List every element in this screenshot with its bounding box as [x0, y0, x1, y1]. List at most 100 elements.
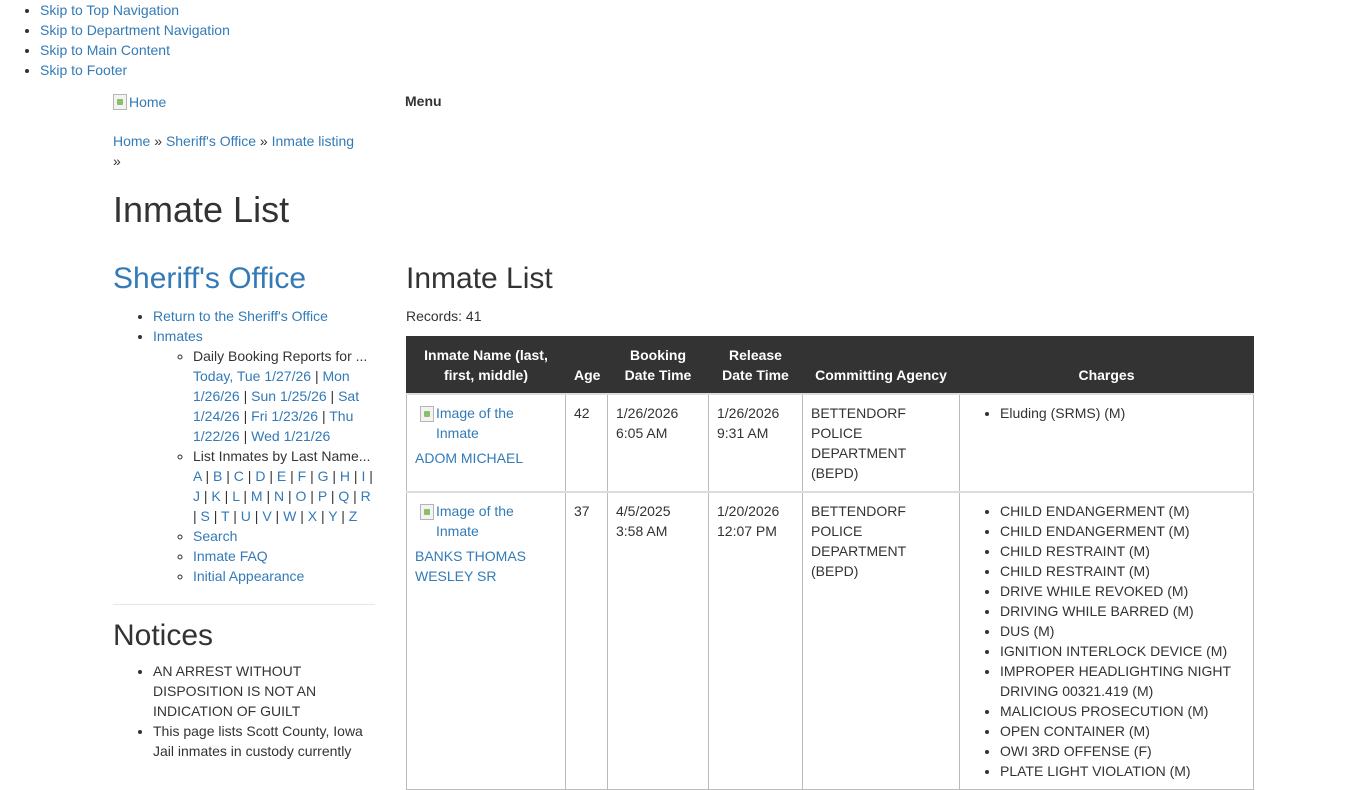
last-name-item: List Inmates by Last Name... A | B | C |…	[193, 446, 375, 526]
inmate-faq-link[interactable]: Inmate FAQ	[193, 548, 268, 564]
letter-link-o[interactable]: O	[296, 488, 307, 504]
letter-separator: |	[271, 508, 284, 524]
letter-link-e[interactable]: E	[277, 468, 286, 484]
home-logo-link[interactable]: Home	[113, 92, 166, 112]
letter-link-b[interactable]: B	[213, 468, 222, 484]
skip-links: Skip to Top Navigation Skip to Departmen…	[0, 0, 230, 80]
skip-dept-nav-link[interactable]: Skip to Department Navigation	[40, 22, 230, 38]
letter-link-v[interactable]: V	[262, 508, 271, 524]
letter-separator: |	[337, 508, 349, 524]
letter-separator: |	[220, 488, 233, 504]
letter-separator: |	[250, 508, 263, 524]
inmates-link[interactable]: Inmates	[153, 328, 203, 344]
sidebar-title-link[interactable]: Sheriff's Office	[113, 262, 306, 295]
page-title: Inmate List	[113, 189, 290, 230]
skip-item: Skip to Department Navigation	[40, 20, 230, 40]
inmate-name-link[interactable]: ADOM MICHAEL	[415, 450, 523, 466]
inmate-name-link[interactable]: BANKS THOMAS WESLEY SR	[415, 548, 526, 584]
search-link[interactable]: Search	[193, 528, 237, 544]
sidebar-item-return: Return to the Sheriff's Office	[153, 306, 375, 326]
inmate-image: Image of the Inmate	[415, 403, 557, 443]
letter-link-k[interactable]: K	[211, 488, 220, 504]
table-row: Image of the Inmate BANKS THOMAS WESLEY …	[406, 491, 1254, 790]
letter-separator: |	[306, 488, 318, 504]
initial-appearance-link[interactable]: Initial Appearance	[193, 568, 304, 584]
letter-separator: |	[229, 508, 241, 524]
letter-separator: |	[284, 488, 296, 504]
inmate-name-cell: Image of the Inmate BANKS THOMAS WESLEY …	[406, 491, 566, 790]
letter-link-n[interactable]: N	[274, 488, 284, 504]
letter-separator: |	[365, 468, 373, 484]
faq-item: Inmate FAQ	[193, 546, 375, 566]
charge-item: PLATE LIGHT VIOLATION (M)	[1000, 761, 1245, 781]
age-cell: 42	[565, 393, 608, 493]
letter-link-g[interactable]: G	[318, 468, 329, 484]
notices-list: AN ARREST WITHOUT DISPOSITION IS NOT AN …	[113, 661, 375, 761]
letter-link-z[interactable]: Z	[349, 508, 358, 524]
letter-link-x[interactable]: X	[308, 508, 317, 524]
letter-link-h[interactable]: H	[340, 468, 350, 484]
charges-cell: Eluding (SRMS) (M)	[959, 393, 1254, 493]
search-item: Search	[193, 526, 375, 546]
letter-link-d[interactable]: D	[255, 468, 265, 484]
letter-link-p[interactable]: P	[318, 488, 327, 504]
booking-cell: 1/26/2026 6:05 AM	[607, 393, 709, 493]
inmates-table: Inmate Name (last, first, middle) Age Bo…	[406, 336, 1254, 790]
daily-report-link[interactable]: Wed 1/21/26	[251, 428, 330, 444]
inmate-image-alt: Image of the Inmate	[436, 405, 514, 441]
inmate-image: Image of the Inmate	[415, 501, 557, 541]
letter-separator: |	[349, 488, 361, 504]
skip-main-content-link[interactable]: Skip to Main Content	[40, 42, 170, 58]
charge-item: Eluding (SRMS) (M)	[1000, 403, 1245, 423]
letter-link-s[interactable]: S	[201, 508, 210, 524]
home-logo-alt: Home	[129, 94, 167, 110]
daily-report-link[interactable]: Fri 1/23/26	[251, 408, 318, 424]
agency-cell: BETTENDORF POLICE DEPARTMENT (BEPD)	[802, 491, 960, 790]
initial-appearance-item: Initial Appearance	[193, 566, 375, 586]
broken-image-icon	[113, 94, 127, 110]
breadcrumb-sheriffs-office[interactable]: Sheriff's Office	[166, 133, 256, 149]
letter-link-j[interactable]: J	[193, 488, 200, 504]
col-header-charges: Charges	[959, 336, 1254, 395]
daily-report-link[interactable]: Today, Tue 1/27/26	[193, 368, 311, 384]
sidebar-title: Sheriff's Office	[113, 258, 375, 302]
col-header-agency: Committing Agency	[802, 336, 960, 395]
skip-top-nav-link[interactable]: Skip to Top Navigation	[40, 2, 179, 18]
daily-report-link[interactable]: Sun 1/25/26	[251, 388, 327, 404]
table-row: Image of the Inmate ADOM MICHAEL 42 1/26…	[406, 393, 1254, 493]
menu-button[interactable]: Menu	[405, 91, 442, 111]
letter-link-m[interactable]: M	[251, 488, 263, 504]
letter-separator: |	[286, 468, 298, 484]
breadcrumb-inmate-listing[interactable]: Inmate listing	[272, 133, 354, 149]
table-header-row: Inmate Name (last, first, middle) Age Bo…	[406, 336, 1254, 395]
inmate-name-cell: Image of the Inmate ADOM MICHAEL	[406, 393, 566, 493]
letter-link-r[interactable]: R	[361, 488, 371, 504]
charge-item: DRIVE WHILE REVOKED (M)	[1000, 581, 1245, 601]
letter-link-q[interactable]: Q	[338, 488, 349, 504]
letter-separator: |	[222, 468, 234, 484]
booking-cell: 4/5/2025 3:58 AM	[607, 491, 709, 790]
letter-separator: |	[209, 508, 222, 524]
col-header-release: Release Date Time	[708, 336, 803, 395]
charge-item: MALICIOUS PROSECUTION (M)	[1000, 701, 1245, 721]
charge-item: CHILD ENDANGERMENT (M)	[1000, 521, 1245, 541]
charges-cell: CHILD ENDANGERMENT (M) CHILD ENDANGERMEN…	[959, 491, 1254, 790]
release-cell: 1/20/2026 12:07 PM	[708, 491, 803, 790]
letter-link-u[interactable]: U	[241, 508, 251, 524]
breadcrumb-separator: »	[154, 133, 163, 149]
skip-item: Skip to Top Navigation	[40, 0, 230, 20]
sidebar-item-inmates: Inmates Daily Booking Reports for ... To…	[153, 326, 375, 586]
main-title: Inmate List	[406, 262, 553, 295]
letter-link-f[interactable]: F	[298, 468, 307, 484]
letter-link-w[interactable]: W	[283, 508, 296, 524]
return-to-sheriffs-office-link[interactable]: Return to the Sheriff's Office	[153, 308, 328, 324]
sidebar: Sheriff's Office Return to the Sheriff's…	[113, 258, 375, 761]
letter-link-y[interactable]: Y	[328, 508, 337, 524]
charge-item: DUS (M)	[1000, 621, 1245, 641]
skip-footer-link[interactable]: Skip to Footer	[40, 62, 127, 78]
letter-link-c[interactable]: C	[234, 468, 244, 484]
breadcrumb-home[interactable]: Home	[113, 133, 150, 149]
daily-report-links: Today, Tue 1/27/26 | Mon 1/26/26 | Sun 1…	[193, 368, 360, 444]
letter-link-a[interactable]: A	[193, 468, 202, 484]
age-cell: 37	[565, 491, 608, 790]
